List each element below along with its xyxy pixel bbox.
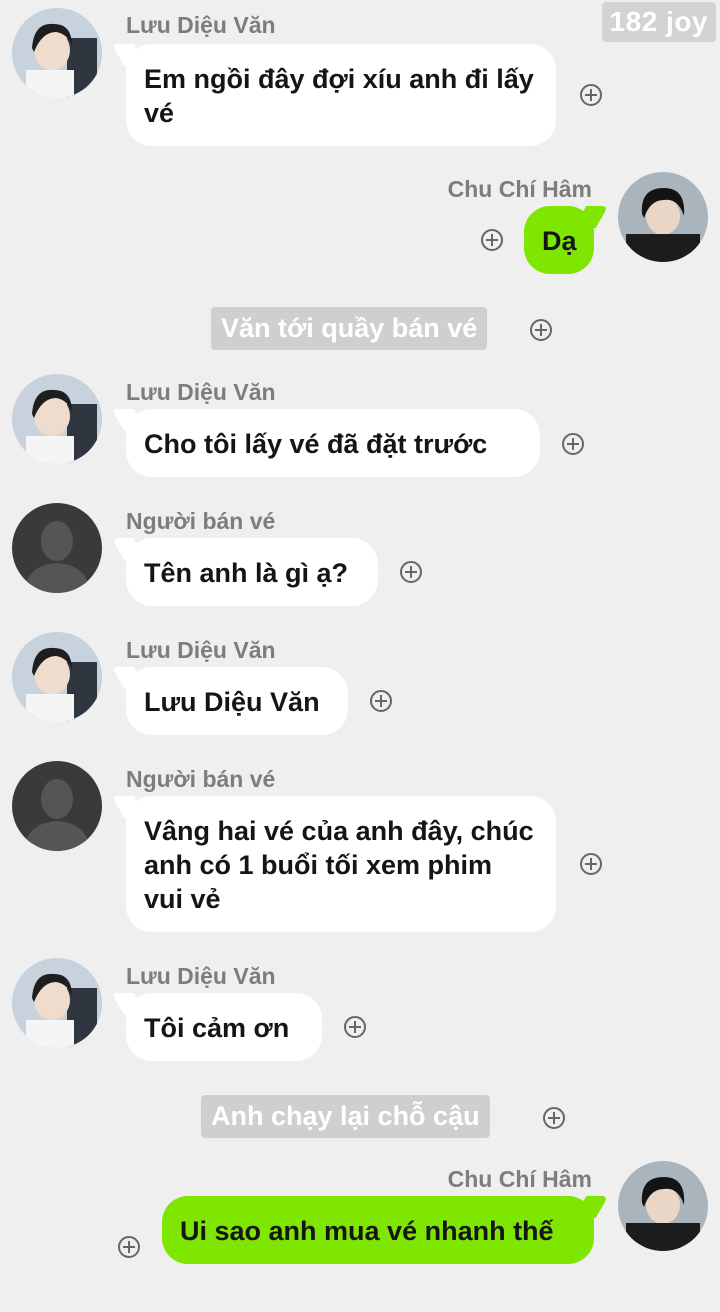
- message-bubble[interactable]: Em ngồi đây đợi xíu anh đi lấy vé: [126, 44, 556, 146]
- message-bubble[interactable]: Dạ: [524, 206, 594, 274]
- avatar-ticket-seller[interactable]: [12, 503, 102, 593]
- add-reaction-icon[interactable]: [370, 690, 392, 712]
- add-reaction-icon[interactable]: [543, 1107, 565, 1129]
- message-bubble[interactable]: Tên anh là gì ạ?: [126, 538, 378, 606]
- sender-name: Người bán vé: [126, 508, 276, 534]
- add-reaction-icon[interactable]: [400, 561, 422, 583]
- message-text: Cho tôi lấy vé đã đặt trước: [144, 429, 488, 459]
- message-text: Ui sao anh mua vé nhanh thế: [180, 1216, 554, 1246]
- message-text: Dạ: [542, 226, 577, 256]
- avatar-luu-dieu-van[interactable]: [12, 374, 102, 464]
- avatar-luu-dieu-van[interactable]: [12, 8, 102, 98]
- add-reaction-icon[interactable]: [118, 1236, 140, 1258]
- add-reaction-icon[interactable]: [562, 433, 584, 455]
- chat-view: 182 joy Lưu Diệu Văn Em ngồi đây đợi xíu…: [0, 0, 720, 1312]
- message-text: Lưu Diệu Văn: [144, 687, 320, 717]
- avatar-chu-chi-ham[interactable]: [618, 1161, 708, 1251]
- message-text: Tên anh là gì ạ?: [144, 558, 349, 588]
- avatar-luu-dieu-van[interactable]: [12, 632, 102, 722]
- sender-name: Chu Chí Hâm: [447, 1166, 592, 1192]
- add-reaction-icon[interactable]: [580, 853, 602, 875]
- avatar-chu-chi-ham[interactable]: [618, 172, 708, 262]
- message-text: Vâng hai vé của anh đây, chúc anh có 1 b…: [144, 816, 534, 914]
- avatar-luu-dieu-van[interactable]: [12, 958, 102, 1048]
- sender-name: Lưu Diệu Văn: [126, 637, 276, 663]
- narration-text: Anh chạy lại chỗ cậu: [201, 1095, 490, 1138]
- message-bubble[interactable]: Tôi cảm ơn: [126, 993, 322, 1061]
- message-text: Em ngồi đây đợi xíu anh đi lấy vé: [144, 64, 534, 128]
- sender-name: Lưu Diệu Văn: [126, 963, 276, 989]
- add-reaction-icon[interactable]: [580, 84, 602, 106]
- add-reaction-icon[interactable]: [344, 1016, 366, 1038]
- message-bubble[interactable]: Vâng hai vé của anh đây, chúc anh có 1 b…: [126, 796, 556, 932]
- add-reaction-icon[interactable]: [530, 319, 552, 341]
- sender-name: Chu Chí Hâm: [447, 176, 592, 202]
- message-text: Tôi cảm ơn: [144, 1013, 290, 1043]
- avatar-ticket-seller[interactable]: [12, 761, 102, 851]
- sender-name: Lưu Diệu Văn: [126, 379, 276, 405]
- add-reaction-icon[interactable]: [481, 229, 503, 251]
- sender-name: Lưu Diệu Văn: [126, 12, 276, 38]
- message-bubble[interactable]: Ui sao anh mua vé nhanh thế: [162, 1196, 594, 1264]
- message-bubble[interactable]: Cho tôi lấy vé đã đặt trước: [126, 409, 540, 477]
- message-bubble[interactable]: Lưu Diệu Văn: [126, 667, 348, 735]
- narration-text: Văn tới quầy bán vé: [211, 307, 488, 350]
- joy-badge: 182 joy: [601, 2, 716, 42]
- sender-name: Người bán vé: [126, 766, 276, 792]
